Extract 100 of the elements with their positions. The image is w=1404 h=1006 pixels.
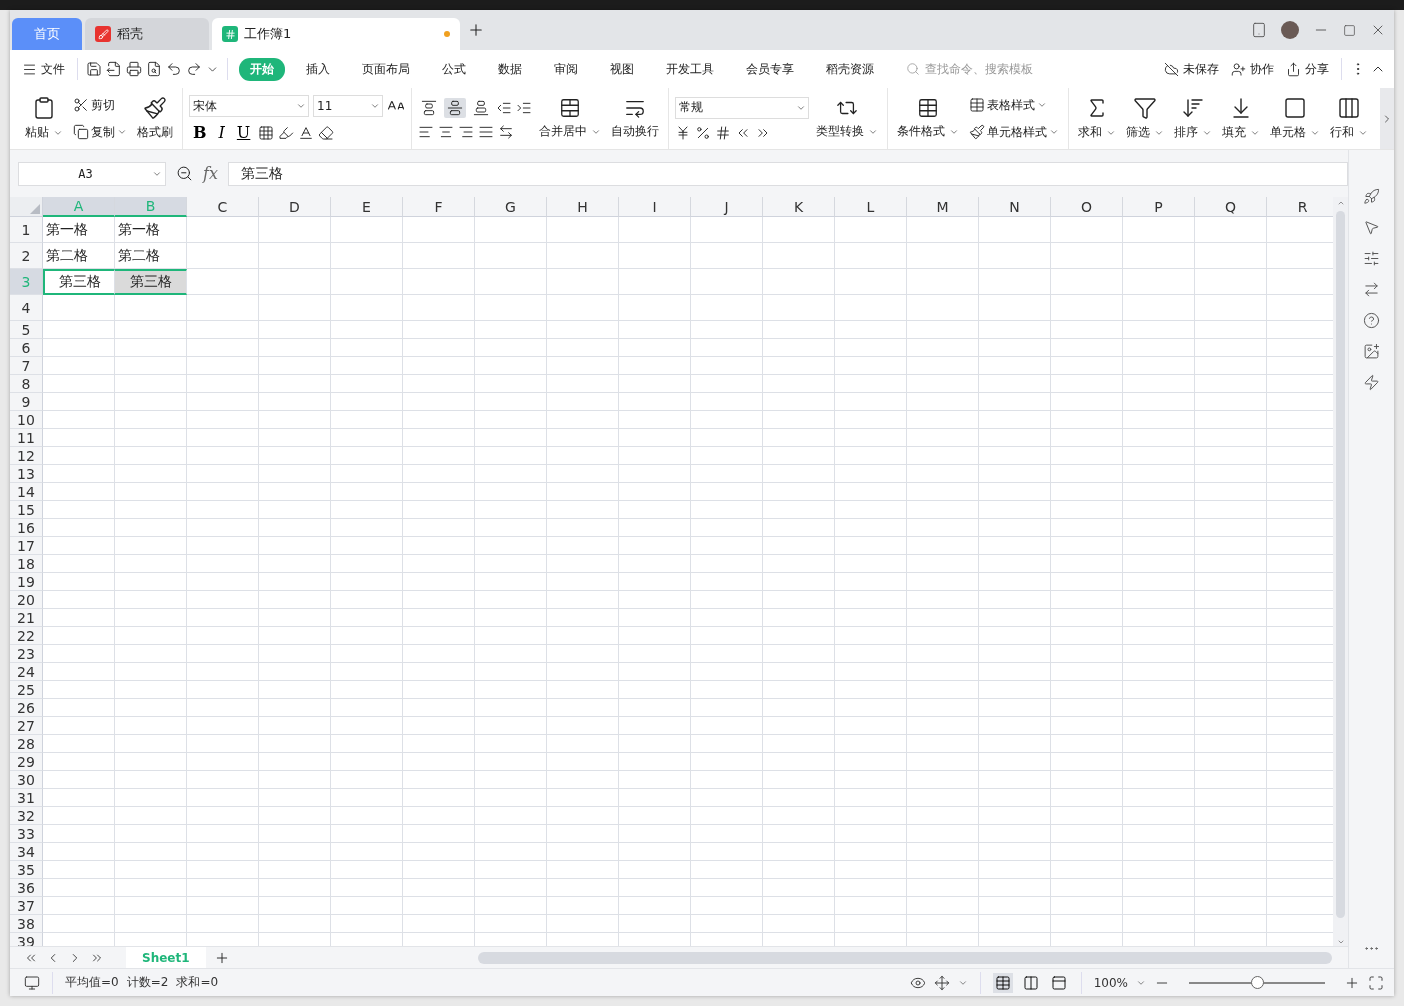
toolbar-action[interactable]: 未保存 <box>1160 57 1223 81</box>
row-header[interactable]: 4 <box>10 295 43 321</box>
row-header[interactable]: 28 <box>10 735 43 753</box>
font-style-button[interactable]: I <box>214 123 229 142</box>
row-header[interactable]: 34 <box>10 843 43 861</box>
type-convert-button[interactable]: 类型转换 <box>813 95 881 142</box>
scroll-down-icon[interactable] <box>1336 938 1345 946</box>
save-icon[interactable] <box>86 61 102 77</box>
row-header[interactable]: 2 <box>10 243 43 269</box>
redo-icon[interactable] <box>186 61 202 77</box>
format-painter-button[interactable]: 格式刷 <box>134 94 176 143</box>
ribbon-tab[interactable]: 会员专享 <box>735 57 805 81</box>
scroll-up-icon[interactable] <box>1336 199 1345 207</box>
print-icon[interactable] <box>126 61 142 77</box>
column-header[interactable]: R <box>1267 197 1333 217</box>
pointer-icon[interactable] <box>1363 219 1380 236</box>
row-header[interactable]: 38 <box>10 915 43 933</box>
row-header[interactable]: 13 <box>10 465 43 483</box>
cell-style-button[interactable]: 单元格样式 <box>966 121 1062 143</box>
column-header[interactable]: P <box>1123 197 1195 217</box>
undo-icon[interactable] <box>166 61 182 77</box>
font-style-button[interactable]: U <box>232 123 255 142</box>
row-header[interactable]: 19 <box>10 573 43 591</box>
column-header[interactable]: K <box>763 197 835 217</box>
number-format-field[interactable]: 常规 <box>675 96 809 119</box>
row-header[interactable]: 15 <box>10 501 43 519</box>
vertical-scrollbar[interactable] <box>1333 197 1348 946</box>
ribbon-tab[interactable]: 公式 <box>431 57 477 81</box>
ribbon-tab[interactable]: 开发工具 <box>655 57 725 81</box>
border-icon[interactable] <box>258 124 275 141</box>
print-preview-icon[interactable] <box>146 61 162 77</box>
ribbon-tool-button[interactable]: 排序 <box>1171 94 1215 143</box>
column-header[interactable]: D <box>259 197 331 217</box>
font-color-icon[interactable] <box>298 124 315 141</box>
formula-field[interactable]: 第三格 <box>227 161 1348 186</box>
row-header[interactable]: 26 <box>10 699 43 717</box>
distribute-icon[interactable] <box>498 123 514 140</box>
table-cell[interactable]: 第三格 <box>115 269 187 295</box>
fullscreen-icon[interactable] <box>1368 974 1384 991</box>
row-header[interactable]: 36 <box>10 879 43 897</box>
zoom-slider-thumb[interactable] <box>1251 975 1264 989</box>
row-header[interactable]: 9 <box>10 393 43 411</box>
wrap-text-button[interactable]: 自动换行 <box>608 95 662 142</box>
device-icon[interactable] <box>1251 22 1267 38</box>
eraser-icon[interactable] <box>318 124 335 141</box>
column-header[interactable]: Q <box>1195 197 1267 217</box>
row-header[interactable]: 12 <box>10 447 43 465</box>
lightning-icon[interactable] <box>1363 374 1380 391</box>
percent-icon[interactable] <box>695 124 711 141</box>
column-header[interactable]: O <box>1051 197 1123 217</box>
column-header[interactable]: F <box>403 197 475 217</box>
row-header[interactable]: 14 <box>10 483 43 501</box>
row-header[interactable]: 24 <box>10 663 43 681</box>
align-button[interactable] <box>444 97 466 118</box>
merge-center-button[interactable]: 合并居中 <box>536 95 604 142</box>
column-header[interactable]: J <box>691 197 763 217</box>
row-header[interactable]: 17 <box>10 537 43 555</box>
ribbon-tab[interactable]: 审阅 <box>543 57 589 81</box>
font-size-field[interactable]: 11 <box>313 95 383 117</box>
ribbon-tab[interactable]: 视图 <box>599 57 645 81</box>
ribbon-tab[interactable]: 稻壳资源 <box>815 57 885 81</box>
column-header[interactable]: N <box>979 197 1051 217</box>
row-header[interactable]: 11 <box>10 429 43 447</box>
column-header[interactable]: L <box>835 197 907 217</box>
font-name-field[interactable]: 宋体 <box>189 95 309 117</box>
name-box[interactable]: A3 <box>18 161 166 186</box>
copy-button[interactable]: 复制 <box>70 121 130 143</box>
function-label[interactable]: fx <box>203 164 218 183</box>
sliders-icon[interactable] <box>1363 250 1380 267</box>
row-header[interactable]: 29 <box>10 753 43 771</box>
row-header[interactable]: 35 <box>10 861 43 879</box>
highlighter-icon[interactable] <box>278 124 295 141</box>
row-header[interactable]: 16 <box>10 519 43 537</box>
column-header[interactable]: G <box>475 197 547 217</box>
paste-button[interactable]: 粘贴 <box>22 94 66 143</box>
font-style-button[interactable]: B <box>189 123 211 142</box>
normal-view-button[interactable] <box>992 972 1013 993</box>
row-header[interactable]: 32 <box>10 807 43 825</box>
search-field[interactable]: 查找命令、搜索模板 <box>906 61 1053 77</box>
row-header[interactable]: 39 <box>10 933 43 946</box>
toolbar-action[interactable]: 协作 <box>1227 57 1278 81</box>
table-style-button[interactable]: 表格样式 <box>966 94 1062 116</box>
ribbon-tool-button[interactable]: 筛选 <box>1123 94 1167 143</box>
ribbon-tab[interactable]: 页面布局 <box>351 57 421 81</box>
ribbon-tab[interactable]: 数据 <box>487 57 533 81</box>
column-header[interactable]: C <box>187 197 259 217</box>
table-cell[interactable]: 第三格 <box>43 269 115 295</box>
file-menu[interactable]: 文件 <box>18 57 69 81</box>
ribbon-tab[interactable]: 插入 <box>295 57 341 81</box>
export-icon[interactable] <box>106 61 122 77</box>
ribbon-tool-button[interactable]: 求和 <box>1075 94 1119 143</box>
toolbar-action[interactable]: 分享 <box>1282 57 1333 81</box>
document-tab[interactable]: 稻壳 <box>85 18 209 50</box>
row-header[interactable]: 1 <box>10 217 43 243</box>
column-header[interactable]: I <box>619 197 691 217</box>
row-header[interactable]: 6 <box>10 339 43 357</box>
row-header[interactable]: 5 <box>10 321 43 339</box>
swap-icon[interactable] <box>1363 281 1380 298</box>
cut-button[interactable]: 剪切 <box>70 94 130 116</box>
horizontal-scrollbar[interactable] <box>477 951 1332 964</box>
